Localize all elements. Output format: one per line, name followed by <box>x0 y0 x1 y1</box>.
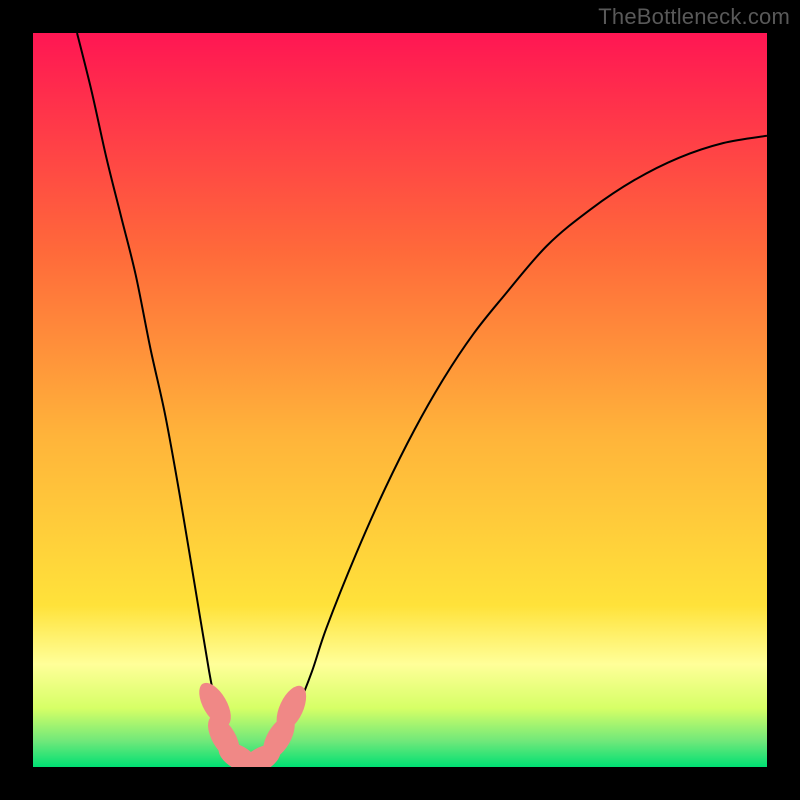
chart-plot-area <box>33 33 767 767</box>
watermark-label: TheBottleneck.com <box>598 4 790 30</box>
chart-frame: TheBottleneck.com <box>0 0 800 800</box>
gradient-background <box>33 33 767 767</box>
